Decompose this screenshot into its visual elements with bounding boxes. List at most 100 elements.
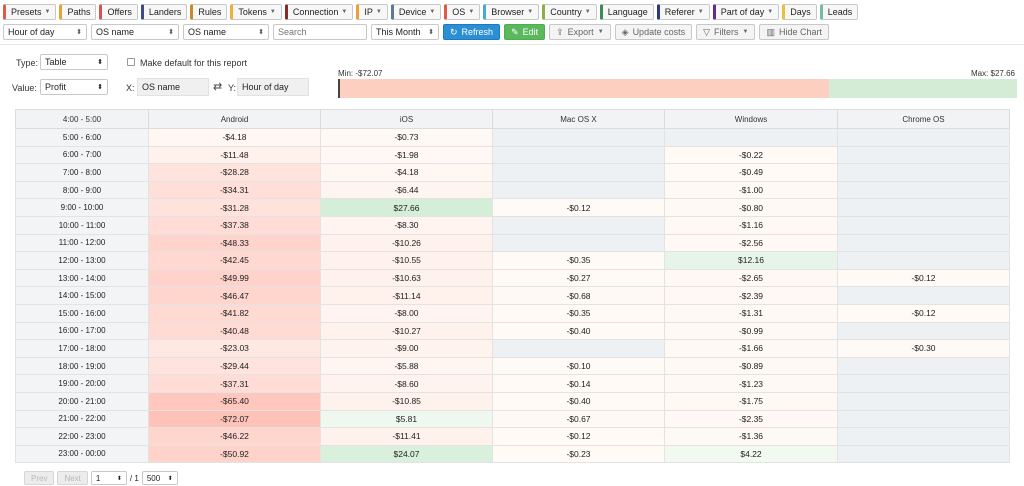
tab-landers[interactable]: Landers [140, 4, 188, 20]
prev-page-button[interactable]: Prev [24, 471, 55, 485]
update-costs-label: Update costs [632, 27, 686, 37]
table-cell: -$65.40 [148, 391, 321, 411]
tab-presets[interactable]: Presets ▼ [3, 4, 57, 20]
group-by-1-value: Hour of day [8, 27, 55, 37]
tab-device[interactable]: Device ▼ [390, 4, 442, 20]
column-header[interactable]: Windows [664, 109, 838, 129]
page-select[interactable]: 1 ⬍ [90, 471, 127, 485]
row-header: 19:00 - 20:00 [15, 374, 149, 393]
refresh-button[interactable]: ↻ Refresh [443, 24, 501, 40]
tab-referer[interactable]: Referer ▼ [656, 4, 710, 20]
table-row: 13:00 - 14:00 -$49.99 -$10.63 -$0.27 -$2.65-… [15, 268, 1010, 288]
table-cell [492, 145, 665, 165]
export-button[interactable]: ⇪ Export ▼ [549, 24, 611, 40]
profit-pivot-table: 4:00 - 5:00 Android iOS Mac OS X Windows Chr… [15, 109, 1010, 464]
tab-rules[interactable]: Rules [190, 4, 228, 20]
row-header: 6:00 - 7:00 [15, 145, 149, 165]
table-row: 9:00 - 10:00 -$31.28 $27.66 -$0.12 -$0.80 [15, 198, 1010, 217]
table-cell: -$0.68 [492, 286, 665, 305]
per-page-select[interactable]: 500 ⬍ [141, 471, 178, 485]
tab-browser[interactable]: Browser ▼ [483, 4, 540, 20]
edit-button[interactable]: ✎ Edit [504, 24, 546, 40]
table-cell: -$0.49 [664, 163, 838, 182]
table-cell: -$9.00 [320, 339, 493, 358]
tab-ip[interactable]: IP ▼ [356, 4, 388, 20]
table-cell: -$11.41 [320, 427, 493, 446]
chevron-down-icon: ▼ [742, 29, 749, 35]
chevron-down-icon: ▼ [597, 29, 604, 35]
row-header: 5:00 - 6:00 [15, 128, 149, 147]
table-cell [837, 145, 1010, 165]
date-range-value: This Month [376, 27, 421, 37]
value-select[interactable]: Profit ⬍ [40, 79, 108, 95]
chevron-down-icon: ▼ [429, 9, 436, 15]
table-cell [837, 356, 1010, 376]
tab-connection[interactable]: Connection ▼ [284, 4, 354, 20]
table-cell: -$46.22 [148, 427, 321, 446]
column-header[interactable]: Mac OS X [492, 109, 665, 129]
table-cell: -$0.12 [492, 198, 665, 217]
row-header: 21:00 - 22:00 [15, 409, 149, 429]
edit-label: Edit [522, 27, 539, 37]
type-select[interactable]: Table ⬍ [40, 54, 108, 70]
x-axis-field[interactable]: OS name [137, 78, 209, 96]
table-cell: -$0.22 [664, 145, 838, 165]
table-cell: -$0.73 [320, 128, 493, 147]
table-cell: -$40.48 [148, 321, 321, 341]
next-page-button[interactable]: Next [57, 471, 88, 485]
group-by-2-select[interactable]: OS name ⬍ [91, 24, 179, 40]
table-cell: -$0.35 [492, 251, 665, 270]
tab-language[interactable]: Language [599, 4, 654, 20]
hide-chart-button[interactable]: ▥ Hide Chart [759, 24, 830, 40]
table-cell: -$2.65 [664, 268, 838, 288]
tab-tokens[interactable]: Tokens ▼ [230, 4, 282, 20]
y-axis-field[interactable]: Hour of day [237, 78, 309, 96]
search-input[interactable] [273, 24, 367, 40]
update-costs-button[interactable]: ◈ Update costs [614, 24, 693, 40]
column-header[interactable]: Android [148, 109, 321, 129]
table-cell [492, 163, 665, 182]
pencil-icon: ✎ [511, 26, 519, 37]
group-by-3-select[interactable]: OS name ⬍ [183, 24, 269, 40]
make-default-label: Make default for this report [140, 58, 248, 68]
table-cell [837, 251, 1010, 270]
table-cell: -$0.67 [492, 409, 665, 429]
column-header[interactable]: iOS [320, 109, 493, 129]
tab-days[interactable]: Days [782, 4, 817, 20]
export-label: Export [567, 27, 594, 37]
table-row: 18:00 - 19:00 -$29.44 -$5.88 -$0.10 -$0.89 [15, 356, 1010, 376]
tab-paths[interactable]: Paths [59, 4, 97, 20]
table-row: 5:00 - 6:00 -$4.18 -$0.73 [15, 128, 1010, 147]
table-cell: -$1.31 [664, 303, 838, 323]
table-cell: -$72.07 [148, 409, 321, 429]
swap-axes-icon[interactable]: ⇄ [213, 80, 222, 93]
tab-country[interactable]: Country ▼ [542, 4, 597, 20]
table-cell: -$28.28 [148, 163, 321, 182]
tab-part-of-day[interactable]: Part of day ▼ [712, 4, 780, 20]
table-cell: -$0.12 [492, 427, 665, 446]
table-cell: -$5.88 [320, 356, 493, 376]
make-default-checkbox[interactable] [127, 58, 135, 66]
column-header[interactable]: Chrome OS [837, 109, 1010, 129]
row-header: 12:00 - 13:00 [15, 251, 149, 270]
scale-positive-segment [829, 79, 1017, 98]
x-axis-value: OS name [142, 82, 181, 92]
group-by-1-select[interactable]: Hour of day ⬍ [3, 24, 87, 40]
table-row: 11:00 - 12:00 -$48.33 -$10.26 -$2.56 [15, 233, 1010, 253]
chevron-updown-icon: ⬍ [76, 29, 82, 36]
tab-os[interactable]: OS ▼ [444, 4, 481, 20]
tab-label: Landers [148, 7, 182, 17]
table-cell: -$0.23 [492, 444, 665, 464]
tab-label: Part of day [720, 7, 765, 17]
tab-label: Device [398, 7, 427, 17]
date-range-select[interactable]: This Month ⬍ [371, 24, 439, 40]
row-header: 14:00 - 15:00 [15, 286, 149, 305]
tab-offers[interactable]: Offers [99, 4, 138, 20]
toolbar-divider [0, 44, 1024, 45]
table-cell: -$1.00 [664, 180, 838, 200]
filters-button[interactable]: ▽ Filters ▼ [696, 24, 756, 40]
table-cell: -$41.82 [148, 303, 321, 323]
group-by-2-value: OS name [96, 27, 135, 37]
tab-leads[interactable]: Leads [819, 4, 859, 20]
table-cell [492, 215, 665, 235]
